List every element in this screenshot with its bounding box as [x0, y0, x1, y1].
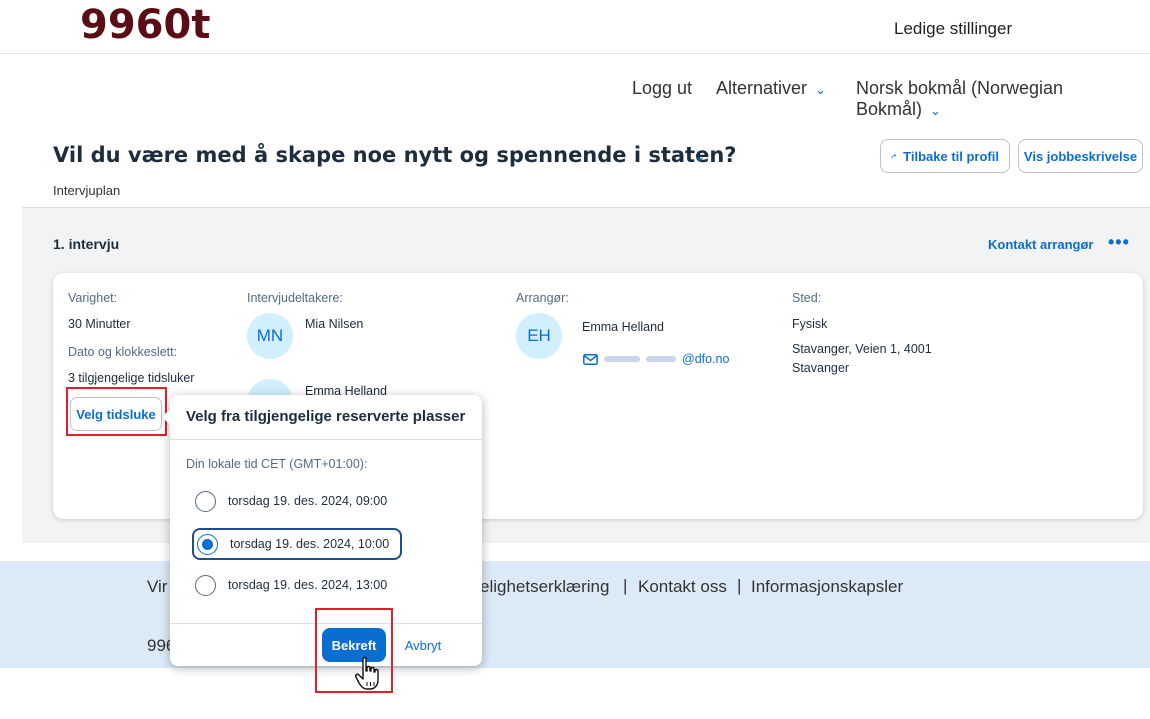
slots-value: 3 tilgjengelige tidsluker [68, 371, 195, 385]
logout-link[interactable]: Logg ut [632, 78, 692, 99]
options-label: Alternativer [716, 78, 808, 98]
timeslot-label: torsdag 19. des. 2024, 09:00 [228, 494, 388, 508]
duration-label: Varighet: [68, 291, 118, 305]
language-select[interactable]: Norsk bokmål (Norwegian Bokmål) ⌄ [856, 78, 1150, 120]
mail-icon [583, 353, 598, 365]
hand-cursor-icon [355, 656, 379, 690]
back-to-profile-button[interactable]: Tilbake til profil [880, 139, 1010, 173]
cookies-link[interactable]: Informasjonskapsler [751, 577, 903, 597]
brand-logo[interactable]: 9960t [80, 2, 210, 48]
interview-title: 1. intervju [53, 236, 120, 252]
organizer-email[interactable]: @dfo.no [583, 352, 729, 366]
vacancies-link[interactable]: Ledige stillinger [894, 19, 1012, 39]
organizer-name: Emma Helland [582, 320, 664, 334]
more-options-icon[interactable]: ••• [1108, 232, 1130, 253]
location-label: Sted: [792, 291, 822, 305]
job-description-label: Vis jobbeskrivelse [1023, 148, 1138, 164]
cancel-button[interactable]: Avbryt [398, 628, 448, 662]
timeslot-label: torsdag 19. des. 2024, 13:00 [228, 578, 388, 592]
participant-name: Mia Nilsen [305, 317, 364, 331]
top-header: 9960t Ledige stillinger [0, 0, 1150, 54]
email-domain: @dfo.no [682, 352, 730, 366]
location-address-line1: Stavanger, Veien 1, 4001 [792, 342, 932, 356]
popover-title: Velg fra tilgjengelige reserverte plasse… [186, 408, 466, 425]
page-title: Vil du være med å skape noe nytt og spen… [53, 143, 737, 167]
contact-us-link[interactable]: Kontakt oss [638, 577, 727, 597]
job-description-button[interactable]: Vis jobbeskrivelse [1018, 139, 1143, 173]
location-type: Fysisk [792, 317, 828, 331]
accessibility-statement-link[interactable]: elighetserklæring [480, 577, 609, 597]
radio-button-selected[interactable] [197, 533, 218, 555]
datetime-label: Dato og klokkeslett: [68, 345, 178, 359]
timezone-label: Din lokale tid CET (GMT+01:00): [186, 457, 368, 471]
highlight-box [66, 387, 167, 436]
title-chevron-down-icon[interactable]: ⌄ [694, 148, 706, 165]
chevron-down-icon: ⌄ [815, 82, 826, 97]
timeslot-option[interactable]: torsdag 19. des. 2024, 09:00 [192, 485, 402, 517]
location-address-line2: Stavanger [792, 361, 849, 375]
share-arrow-icon [891, 153, 896, 159]
organizer-label: Arrangør: [516, 291, 569, 305]
divider [170, 439, 482, 440]
avatar: MN [247, 313, 293, 359]
language-label: Norsk bokmål (Norwegian Bokmål) [856, 78, 1064, 119]
page-subtitle: Intervjuplan [53, 183, 121, 198]
timeslot-option-selected[interactable]: torsdag 19. des. 2024, 10:00 [192, 528, 402, 560]
radio-button[interactable] [195, 574, 216, 596]
popover-arrow [162, 408, 171, 426]
redacted-email-part [646, 356, 676, 362]
back-to-profile-label: Tilbake til profil [903, 148, 999, 164]
contact-organizer-link[interactable]: Kontakt arrangør [988, 237, 1093, 252]
redacted-email-part [604, 356, 640, 362]
radio-button[interactable] [195, 490, 216, 512]
participants-label: Intervjudeltakere: [247, 291, 343, 305]
timeslot-option[interactable]: torsdag 19. des. 2024, 13:00 [192, 569, 402, 601]
timeslot-label: torsdag 19. des. 2024, 10:00 [230, 537, 390, 551]
options-menu[interactable]: Alternativer ⌄ [716, 78, 826, 99]
footer-separator: | [737, 576, 742, 595]
chevron-down-icon: ⌄ [930, 103, 941, 118]
footer-separator: | [623, 576, 628, 595]
footer-link-partial[interactable]: Vir [147, 577, 167, 597]
radio-dot [202, 538, 213, 550]
avatar: EH [516, 313, 562, 359]
duration-value: 30 Minutter [68, 317, 131, 331]
